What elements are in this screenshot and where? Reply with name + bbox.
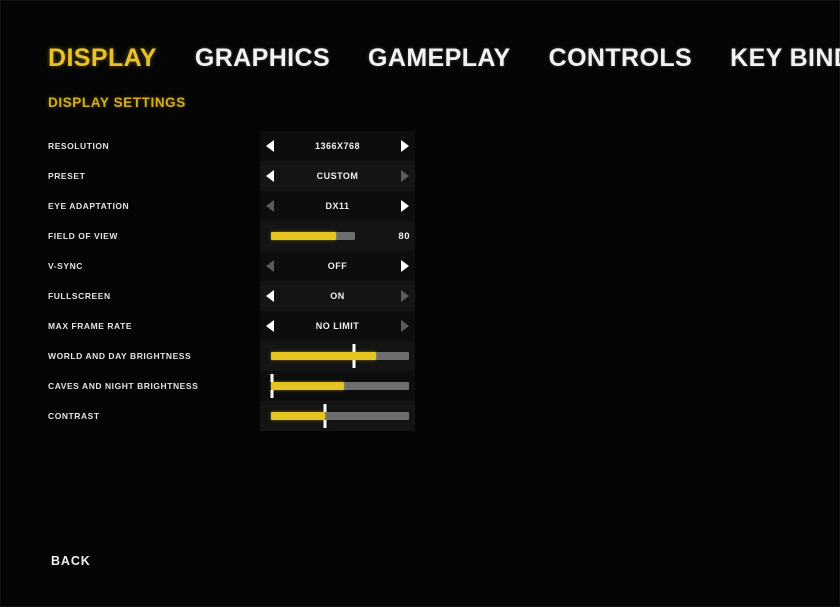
slider-default-marker — [270, 374, 274, 398]
setting-value-v-sync: OFF — [327, 261, 348, 271]
setting-row-eye-adaptation: EYE ADAPTATION DX11 — [48, 191, 415, 221]
setting-row-fullscreen: FULLSCREEN ON — [48, 281, 415, 311]
tab-display[interactable]: DISPLAY — [48, 46, 157, 71]
tab-controls[interactable]: CONTROLS — [549, 46, 692, 71]
setting-row-contrast: CONTRAST — [48, 401, 415, 431]
setting-control-max-frame-rate: NO LIMIT — [260, 311, 415, 341]
setting-label-preset: PRESET — [48, 171, 86, 181]
setting-control-resolution: 1366x768 — [260, 131, 415, 161]
setting-control-v-sync: OFF — [260, 251, 415, 281]
setting-control-caves-and-night-brightness — [260, 371, 415, 401]
arrow-right-icon[interactable] — [401, 290, 409, 302]
arrow-right-icon[interactable] — [401, 320, 409, 332]
slider-fill — [271, 352, 376, 360]
setting-control-fullscreen: ON — [260, 281, 415, 311]
main-tab-bar: DISPLAY GRAPHICS GAMEPLAY CONTROLS KEY BINDI… — [48, 46, 840, 71]
slider-world-and-day-brightness[interactable] — [260, 341, 415, 371]
slider-fill — [271, 382, 345, 390]
arrow-left-icon[interactable] — [266, 200, 274, 212]
page-title: DISPLAY SETTINGS — [48, 95, 186, 110]
arrow-right-icon[interactable] — [401, 170, 409, 182]
setting-row-max-frame-rate: MAX FRAME RATE NO LIMIT — [48, 311, 415, 341]
setting-label-contrast: CONTRAST — [48, 411, 100, 421]
setting-control-world-and-day-brightness — [260, 341, 415, 371]
arrow-left-icon[interactable] — [266, 260, 274, 272]
setting-row-v-sync: V-SYNC OFF — [48, 251, 415, 281]
arrow-right-icon[interactable] — [401, 140, 409, 152]
arrow-right-icon[interactable] — [401, 260, 409, 272]
arrow-right-icon[interactable] — [401, 200, 409, 212]
setting-control-preset: CUSTOM — [260, 161, 415, 191]
setting-label-v-sync: V-SYNC — [48, 261, 83, 271]
arrow-left-icon[interactable] — [266, 170, 274, 182]
setting-control-contrast — [260, 401, 415, 431]
slider-fill — [271, 232, 336, 240]
slider-contrast[interactable] — [260, 401, 415, 431]
setting-label-fullscreen: FULLSCREEN — [48, 291, 111, 301]
setting-value-max-frame-rate: NO LIMIT — [315, 321, 360, 331]
slider-default-marker — [323, 404, 327, 428]
slider-field-of-view[interactable]: 80 — [260, 221, 415, 251]
tab-graphics[interactable]: GRAPHICS — [195, 46, 330, 71]
slider-track — [271, 412, 409, 420]
arrow-left-icon[interactable] — [266, 320, 274, 332]
slider-track — [271, 382, 409, 390]
setting-row-preset: PRESET CUSTOM — [48, 161, 415, 191]
setting-label-resolution: RESOLUTION — [48, 141, 110, 151]
slider-fill — [271, 412, 325, 420]
setting-value-resolution: 1366x768 — [314, 141, 361, 151]
slider-track — [271, 232, 356, 240]
setting-label-eye-adaptation: EYE ADAPTATION — [48, 201, 130, 211]
tab-gameplay[interactable]: GAMEPLAY — [368, 46, 511, 71]
back-button[interactable]: BACK — [51, 554, 91, 568]
setting-label-max-frame-rate: MAX FRAME RATE — [48, 321, 133, 331]
setting-row-caves-and-night-brightness: CAVES AND NIGHT BRIGHTNESS — [48, 371, 415, 401]
slider-track — [271, 352, 409, 360]
settings-screen: DISPLAY GRAPHICS GAMEPLAY CONTROLS KEY BIN DI… — [1, 1, 840, 606]
setting-control-field-of-view: 80 — [260, 221, 415, 251]
setting-row-resolution: RESOLUTION 1366x768 — [48, 131, 415, 161]
setting-value-fullscreen: ON — [330, 291, 345, 301]
slider-caves-and-night-brightness[interactable] — [260, 371, 415, 401]
arrow-left-icon[interactable] — [266, 140, 274, 152]
setting-value-preset: CUSTOM — [316, 171, 359, 181]
tab-key-binding[interactable]: KEY BINDING — [730, 46, 840, 71]
setting-row-world-and-day-brightness: WORLD AND DAY BRIGHTNESS — [48, 341, 415, 371]
setting-label-world-and-day-brightness: WORLD AND DAY BRIGHTNESS — [48, 351, 192, 361]
arrow-left-icon[interactable] — [266, 290, 274, 302]
setting-value-eye-adaptation: DX11 — [325, 201, 350, 211]
setting-label-field-of-view: FIELD OF VIEW — [48, 231, 118, 241]
slider-default-marker — [352, 344, 356, 368]
setting-control-eye-adaptation: DX11 — [260, 191, 415, 221]
setting-label-caves-and-night-brightness: CAVES AND NIGHT BRIGHTNESS — [48, 381, 199, 391]
setting-value-field-of-view: 80 — [398, 230, 410, 242]
setting-row-field-of-view: FIELD OF VIEW 80 — [48, 221, 415, 251]
settings-list: RESOLUTION 1366x768 PRESET CUSTOM EYE ADAPTA… — [48, 131, 415, 431]
